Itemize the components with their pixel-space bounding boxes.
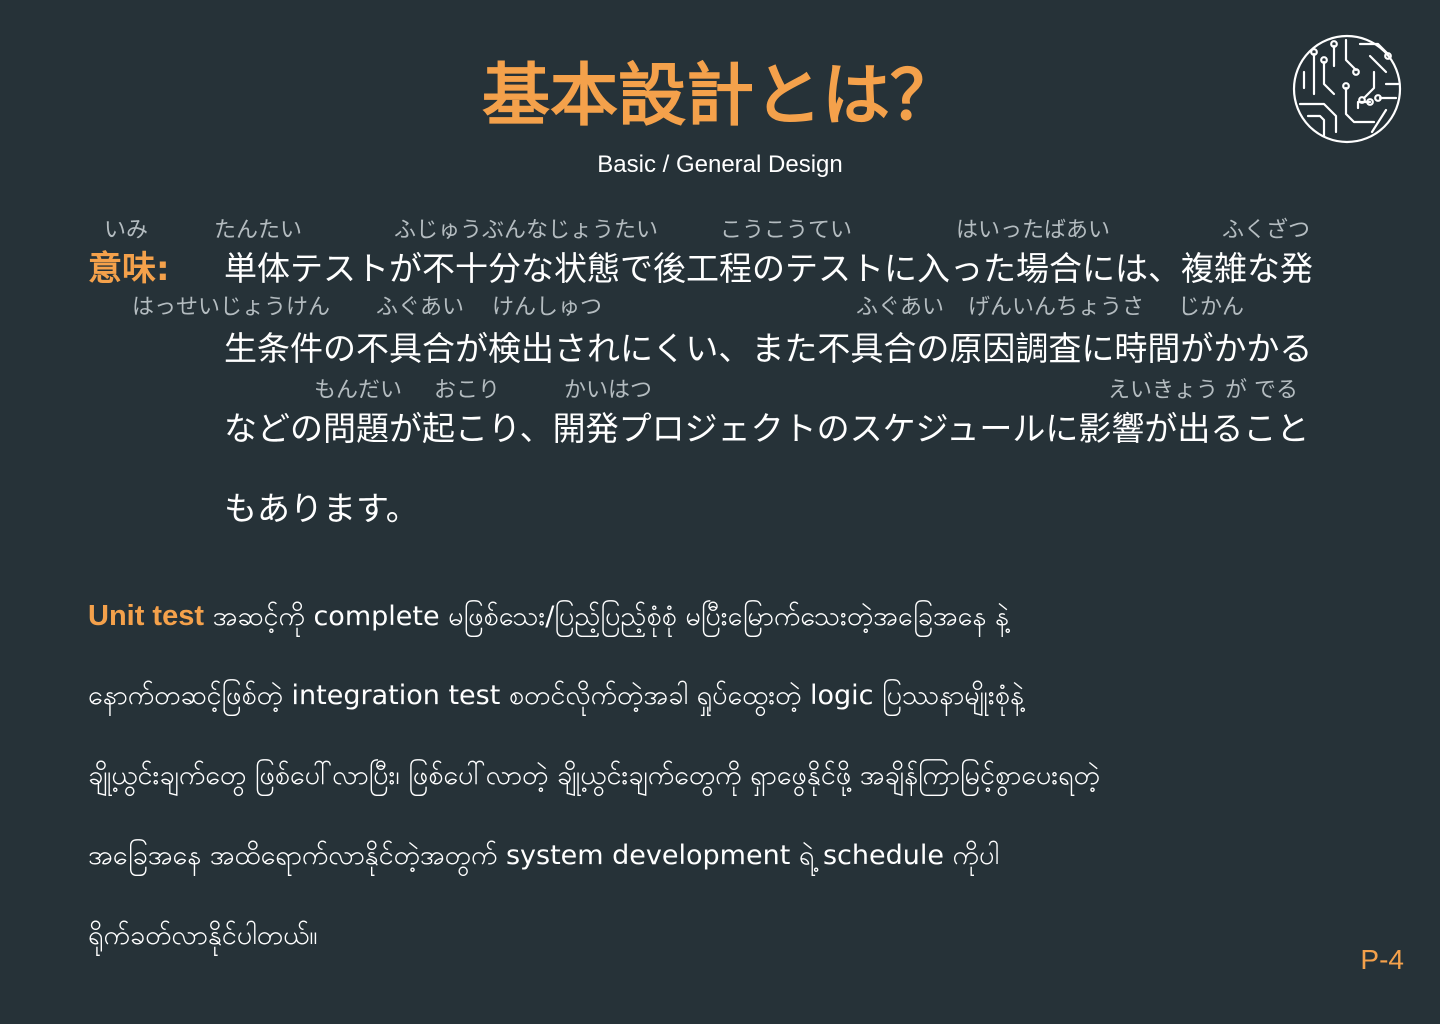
myanmar-line: အခြေအနေ အထိရောက်လာနိုင်တဲ့အတွက် system d… xyxy=(88,840,1000,871)
ruby-text: けんしゅつ xyxy=(492,295,603,320)
myanmar-line: ချို့ယွင်းချက်တွေ ဖြစ်ပေါ်လာပြီး၊ ဖြစ်ပေ… xyxy=(88,760,1100,791)
myanmar-line: Unit test အဆင့်ကို complete မဖြစ်သေး/ပြည… xyxy=(88,594,1009,639)
ruby-text: ふくざつ xyxy=(1222,218,1311,243)
ruby-text: げんいんちょうさ xyxy=(968,295,1145,320)
page-subtitle: Basic / General Design xyxy=(597,151,843,178)
circuit-logo-icon xyxy=(1292,34,1402,144)
ruby-text: えいきょう が でる xyxy=(1108,378,1298,403)
myanmar-text: အဆင့်ကို complete မဖြစ်သေး/ပြည့်ပြည့်စုံ… xyxy=(204,601,1009,632)
ruby-text: ふじゅうぶんなじょうたい xyxy=(394,218,659,243)
ruby-text: いみ xyxy=(104,218,149,243)
ruby-text: もんだい xyxy=(314,378,403,403)
meaning-line: 生条件の不具合が検出されにくい、また不具合の原因調査に時間がかかる xyxy=(224,329,1313,368)
ruby-text: たんたい xyxy=(214,218,303,243)
ruby-text: こうこうてい xyxy=(720,218,853,243)
meaning-label: 意味: xyxy=(88,249,170,289)
myanmar-line: ရိုက်ခတ်လာနိုင်ပါတယ်။ xyxy=(88,920,318,951)
ruby-text: はいったばあい xyxy=(956,218,1111,243)
ruby-text: かいはつ xyxy=(564,378,653,403)
highlight-term: Unit test xyxy=(88,600,204,632)
meaning-line: などの問題が起こり、開発プロジェクトのスケジュールに影響が出ること xyxy=(224,409,1310,448)
meaning-line: 単体テストが不十分な状態で後工程のテストに入った場合には、複雑な発 xyxy=(224,249,1313,288)
ruby-text: ふぐあい xyxy=(376,295,465,320)
myanmar-line: နောက်တဆင့်ဖြစ်တဲ့ integration test စတင်လ… xyxy=(88,680,1024,711)
meaning-line: もあります。 xyxy=(224,489,419,528)
ruby-text: おこり xyxy=(434,378,501,403)
ruby-text: はっせいじょうけん xyxy=(132,295,331,320)
page-number: P-4 xyxy=(1360,944,1404,975)
page-title: 基本設計とは？ xyxy=(481,57,958,136)
ruby-text: じかん xyxy=(1178,295,1245,320)
ruby-text: ふぐあい xyxy=(856,295,945,320)
